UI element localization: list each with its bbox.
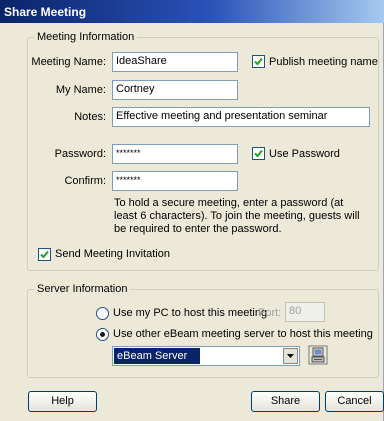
port-field[interactable]: 80 <box>285 302 325 322</box>
use-my-pc-radio[interactable] <box>96 307 109 320</box>
publish-meeting-name-checkbox[interactable] <box>252 55 265 68</box>
port-label: Port: <box>258 307 282 319</box>
use-other-server-label[interactable]: Use other eBeam meeting server to host t… <box>113 328 373 340</box>
password-field[interactable]: ******* <box>112 144 238 164</box>
use-password-label[interactable]: Use Password <box>269 148 340 160</box>
chevron-down-icon[interactable] <box>283 348 298 364</box>
send-meeting-invitation-label[interactable]: Send Meeting Invitation <box>55 248 170 260</box>
meeting-name-field[interactable]: IdeaShare <box>112 52 238 72</box>
checkmark-icon <box>40 250 49 259</box>
publish-meeting-name-label[interactable]: Publish meeting name <box>269 56 378 68</box>
share-button-label: Share <box>270 395 301 407</box>
title-bar[interactable]: Share Meeting <box>0 0 384 23</box>
use-other-server-radio[interactable] <box>96 328 109 341</box>
radio-selected-dot <box>100 332 105 337</box>
use-my-pc-label[interactable]: Use my PC to host this meeting <box>113 307 267 319</box>
use-password-checkbox[interactable] <box>252 147 265 160</box>
confirm-label: Confirm: <box>64 175 106 187</box>
confirm-password-field[interactable]: ******* <box>112 171 238 191</box>
my-name-field[interactable]: Cortney <box>112 80 238 100</box>
meeting-information-legend: Meeting Information <box>37 31 135 43</box>
share-meeting-dialog: Share Meeting Meeting Information Meetin… <box>0 0 384 421</box>
meeting-name-label: Meeting Name: <box>31 56 106 68</box>
server-settings-icon[interactable] <box>308 345 328 365</box>
cancel-button[interactable]: Cancel <box>325 391 384 412</box>
server-dropdown[interactable]: eBeam Server <box>112 346 300 366</box>
window-title: Share Meeting <box>4 5 87 19</box>
server-information-legend: Server Information <box>37 283 128 295</box>
password-label: Password: <box>54 148 106 160</box>
help-button-label: Help <box>51 395 74 407</box>
share-button[interactable]: Share <box>251 391 320 412</box>
notes-label: Notes: <box>74 111 106 123</box>
help-button[interactable]: Help <box>28 391 97 412</box>
cancel-button-label: Cancel <box>337 395 372 407</box>
server-dropdown-value: eBeam Server <box>114 348 200 364</box>
password-help-text: To hold a secure meeting, enter a passwo… <box>114 197 360 235</box>
checkmark-icon <box>254 149 263 158</box>
checkmark-icon <box>254 57 263 66</box>
send-meeting-invitation-checkbox[interactable] <box>38 248 51 261</box>
my-name-label: My Name: <box>55 84 106 96</box>
notes-field[interactable]: Effective meeting and presentation semin… <box>112 107 370 127</box>
